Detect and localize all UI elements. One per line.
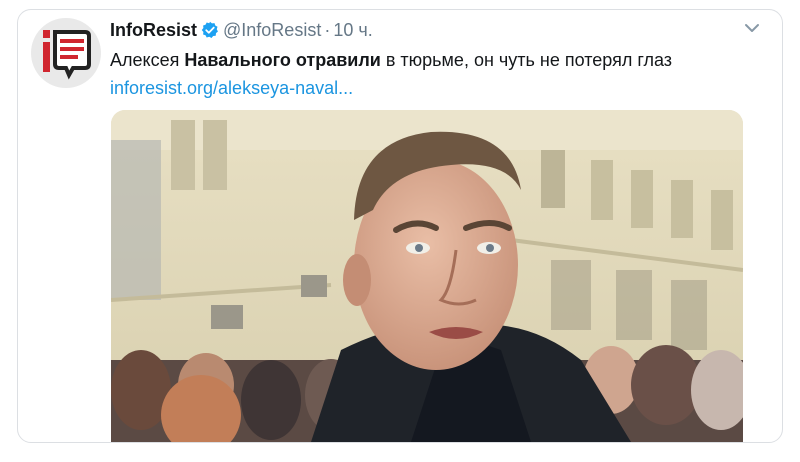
chevron-down-icon[interactable] (744, 22, 760, 34)
tweet-header: InfoResist @InfoResist · 10 ч. (110, 18, 752, 42)
tweet-text-bold: Навального (184, 50, 291, 70)
tweet-text: Алексея Навального отравили в тюрьме, он… (110, 48, 762, 72)
photo-of-man-in-crowd (111, 110, 743, 442)
tweet-text-part: в тюрьме, он чуть не потерял глаз (380, 50, 673, 70)
avatar[interactable] (31, 18, 101, 88)
inforesist-logo-icon (43, 30, 91, 80)
author-handle[interactable]: @InfoResist (223, 20, 321, 41)
tweet-media-photo[interactable] (111, 110, 743, 442)
tweet-link[interactable]: inforesist.org/alekseya-naval... (110, 76, 353, 100)
tweet-text-bold: отравили (295, 50, 381, 70)
verified-badge-icon (201, 21, 218, 38)
tweet-card[interactable]: InfoResist @InfoResist · 10 ч. Алексея Н… (17, 9, 783, 443)
author-name[interactable]: InfoResist (110, 20, 197, 41)
separator-dot: · (324, 20, 331, 40)
tweet-text-part: Алексея (110, 50, 185, 70)
timestamp[interactable]: 10 ч. (333, 20, 372, 41)
